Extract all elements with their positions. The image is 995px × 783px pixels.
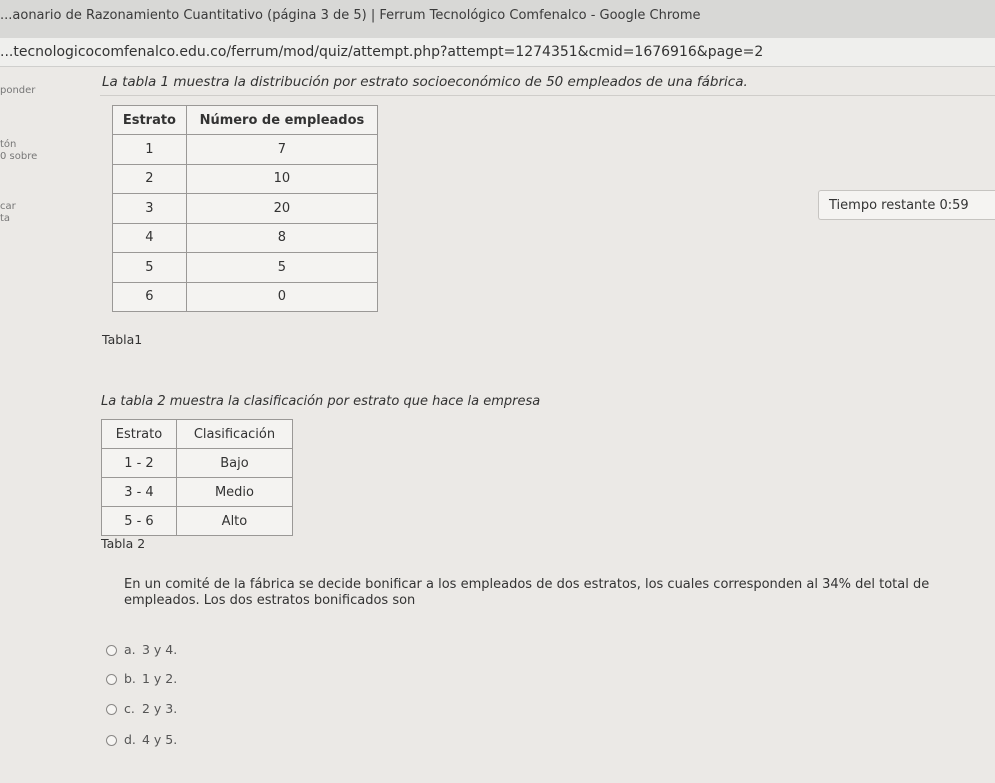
table-header: Número de empleados (185, 105, 379, 135)
table-cell: 20 (185, 193, 379, 224)
table-header-row: Estrato Número de empleados (112, 105, 379, 135)
table-1: Estrato Número de empleados 17 2 10 3 20 4… (112, 105, 379, 312)
table-cell: 5 - 6 (101, 506, 177, 536)
table-row: 3 - 4 Medio (101, 477, 294, 507)
table-cell: 1 - 2 (101, 448, 177, 478)
option-letter: b. (124, 671, 136, 686)
table-cell: 3 (112, 193, 187, 224)
table-2: Estrato Clasificación 1 - 2 Bajo 3 - 4 Med… (101, 419, 294, 536)
quiz-page: ponder tón 0 sobre car ta La tabla 1 mue… (0, 67, 995, 783)
table-cell: 3 - 4 (101, 477, 177, 507)
table-row: 1 - 2 Bajo (101, 448, 294, 478)
table-header: Estrato (101, 419, 177, 449)
table-2-intro: La tabla 2 muestra la clasificación por … (101, 394, 541, 409)
table-cell: 5 (112, 252, 187, 283)
table-cell: 6 (112, 281, 187, 312)
option-letter: a. (124, 642, 136, 657)
table-cell: Alto (175, 506, 294, 536)
table-cell: 0 (185, 281, 379, 312)
sidebar-text-2: tón (0, 139, 17, 150)
radio-button[interactable] (106, 704, 117, 715)
table-header: Clasificación (175, 419, 294, 449)
radio-button[interactable] (106, 674, 117, 685)
window-title: ...aonario de Razonamiento Cuantitativo … (0, 8, 701, 23)
option-b[interactable]: b. 1 y 2. (106, 671, 177, 691)
option-text[interactable]: 2 y 3. (142, 701, 177, 716)
option-d[interactable]: d. 4 y 5. (106, 732, 177, 752)
question-intro: La tabla 1 muestra la distribución por e… (102, 74, 748, 90)
table-cell: 2 (112, 163, 187, 194)
radio-button[interactable] (106, 735, 117, 746)
divider (100, 95, 995, 96)
sidebar-text-1: ponder (0, 85, 36, 96)
option-text[interactable]: 4 y 5. (142, 732, 177, 747)
sidebar-text-4: car (0, 201, 16, 212)
table-cell: 4 (112, 222, 187, 253)
option-a[interactable]: a. 3 y 4. (106, 642, 177, 662)
table-row: 3 20 (112, 193, 379, 224)
table-cell: 10 (185, 163, 379, 194)
table-row: 55 (112, 252, 379, 283)
option-text[interactable]: 1 y 2. (142, 671, 177, 686)
browser-title-bar: ...aonario de Razonamiento Cuantitativo … (0, 0, 995, 39)
option-text[interactable]: 3 y 4. (142, 642, 177, 657)
table-cell: 7 (185, 134, 379, 165)
table-cell: Bajo (175, 448, 294, 478)
sidebar-text-3: 0 sobre (0, 151, 38, 162)
table-cell: Medio (175, 477, 294, 507)
table-row: 17 (112, 134, 379, 165)
table-2-caption: Tabla 2 (101, 536, 146, 551)
option-letter: d. (124, 732, 136, 747)
option-letter: c. (124, 701, 135, 716)
table-row: 5 - 6 Alto (101, 506, 294, 536)
table-row: 48 (112, 222, 379, 253)
table-1-caption: Tabla1 (102, 332, 143, 347)
time-remaining-panel: Tiempo restante 0:59 (818, 190, 995, 220)
table-header: Estrato (112, 105, 187, 135)
question-text: En un comité de la fábrica se decide bon… (124, 577, 930, 608)
table-row: 2 10 (112, 163, 379, 194)
url-text[interactable]: ...tecnologicocomfenalco.edu.co/ferrum/m… (0, 44, 763, 60)
table-header-row: Estrato Clasificación (101, 419, 294, 449)
table-cell: 1 (112, 134, 187, 165)
radio-button[interactable] (106, 645, 117, 656)
table-cell: 5 (185, 252, 379, 283)
address-bar[interactable]: ...tecnologicocomfenalco.edu.co/ferrum/m… (0, 38, 995, 67)
sidebar-text-5: ta (0, 213, 11, 224)
option-c[interactable]: c. 2 y 3. (106, 701, 177, 721)
table-cell: 8 (185, 222, 379, 253)
table-row: 60 (112, 281, 379, 312)
